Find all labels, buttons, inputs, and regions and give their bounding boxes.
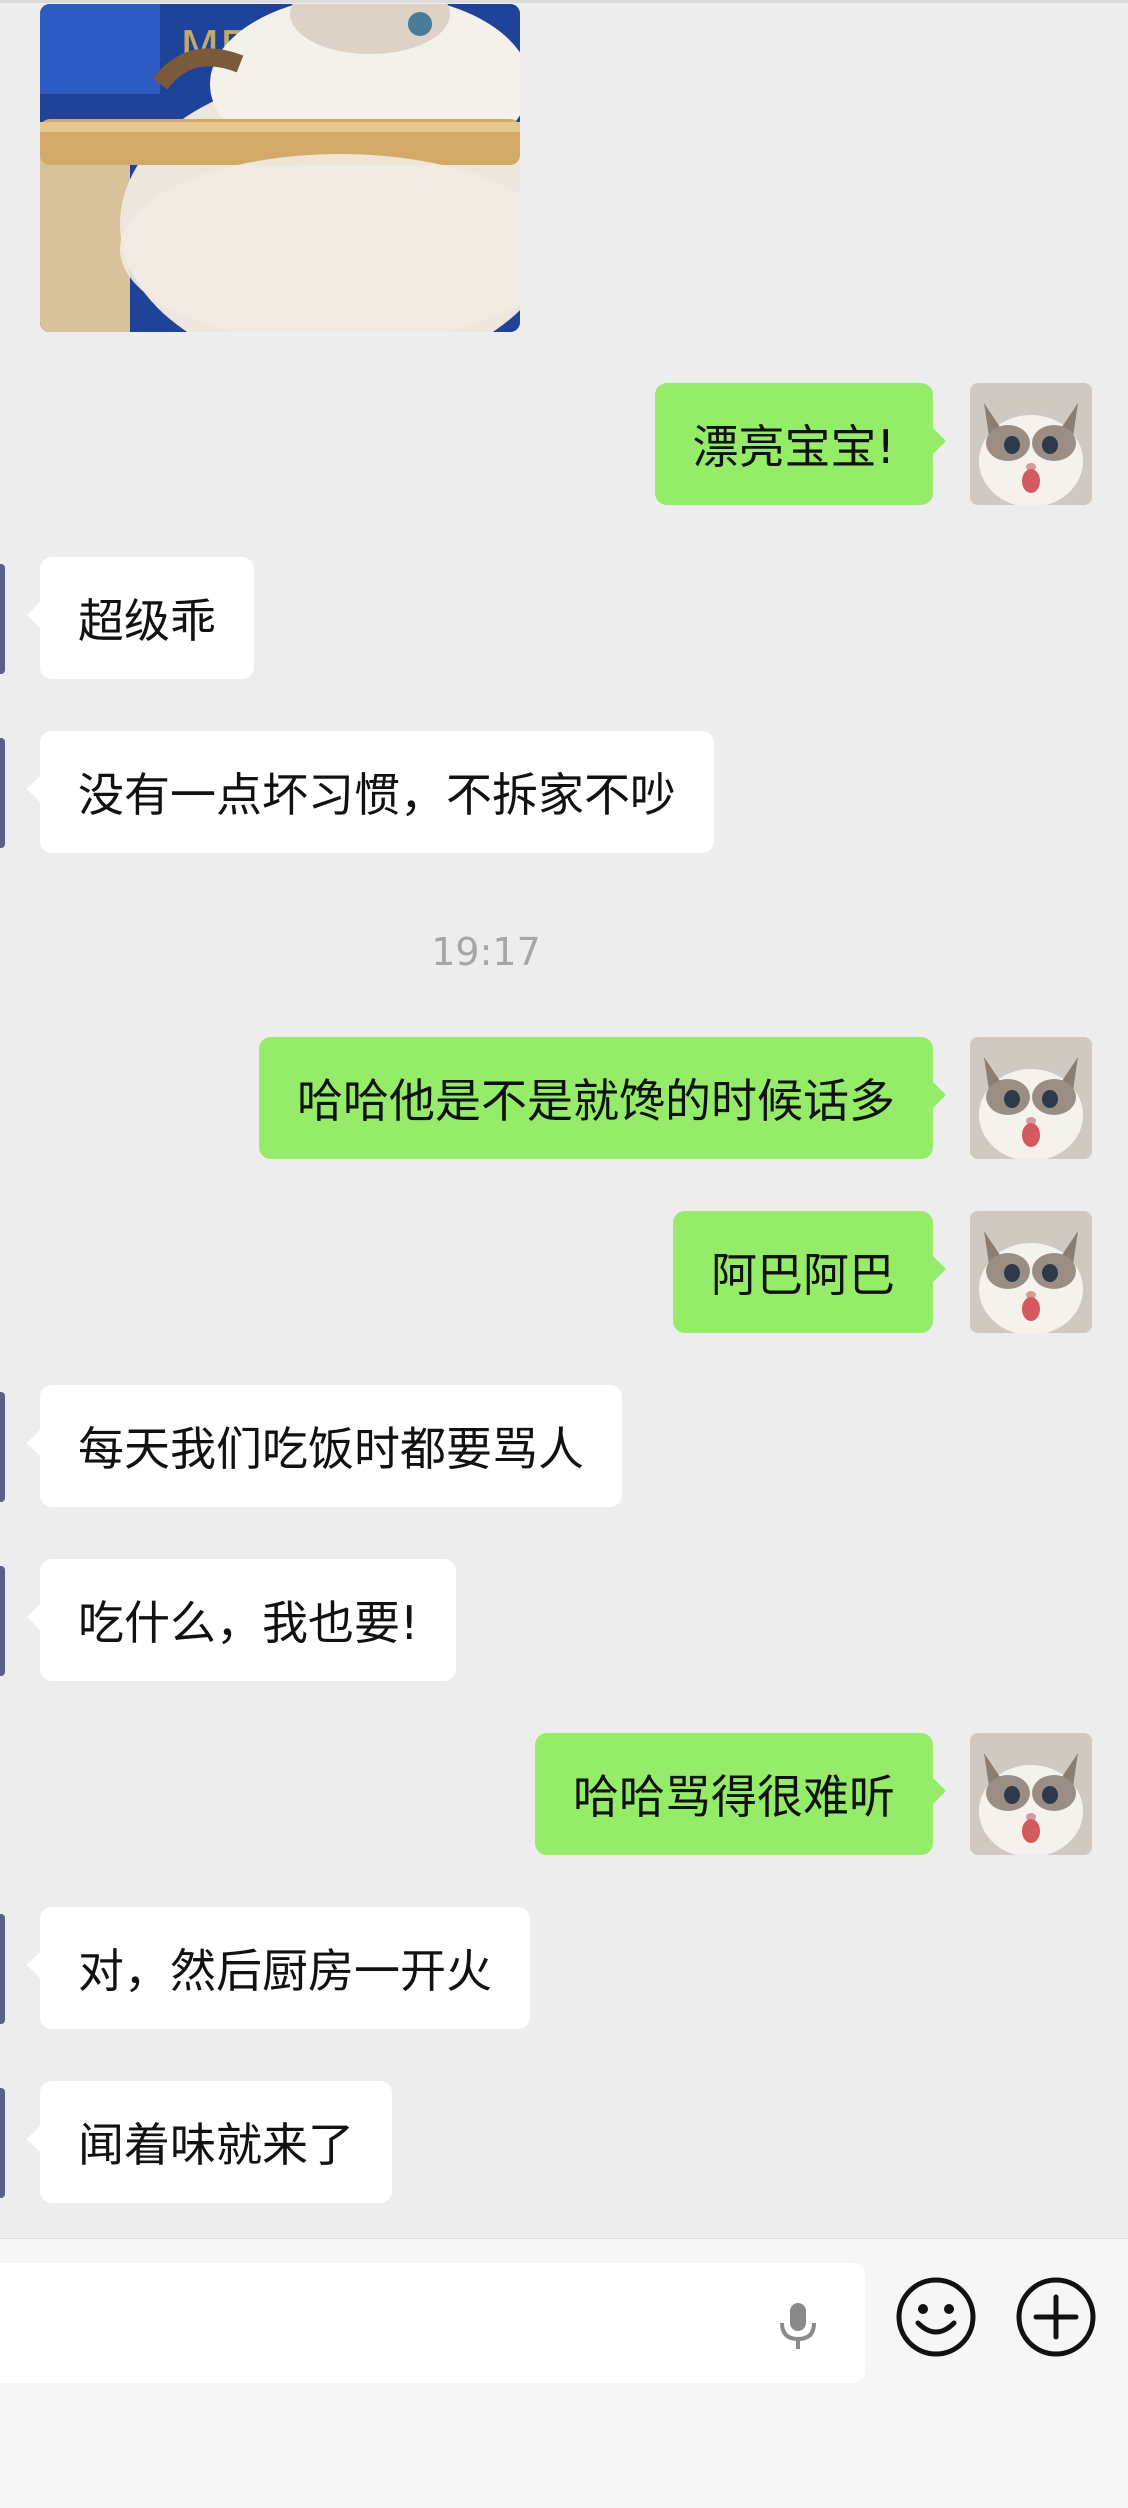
message-input[interactable] — [20, 2273, 744, 2375]
microphone-icon[interactable] — [770, 2297, 826, 2353]
top-divider — [0, 0, 1128, 3]
cat-photo-image: MEK — [40, 4, 520, 332]
message-bubble-outgoing[interactable]: 阿巴阿巴 — [673, 1211, 946, 1333]
user-avatar[interactable] — [970, 1211, 1092, 1333]
user-avatar[interactable] — [970, 1037, 1092, 1159]
peer-avatar-edge — [0, 2088, 5, 2198]
chat-input-bar — [0, 2238, 1128, 2508]
peer-avatar-edge — [0, 738, 5, 848]
peer-avatar-edge — [0, 564, 5, 674]
message-input-box[interactable] — [0, 2263, 865, 2383]
message-bubble-incoming[interactable]: 没有一点坏习惯，不拆家不吵 — [27, 731, 714, 853]
user-avatar[interactable] — [970, 1733, 1092, 1855]
user-avatar[interactable] — [970, 383, 1092, 505]
message-bubble-outgoing[interactable]: 漂亮宝宝! — [654, 383, 947, 505]
cat-avatar-icon — [970, 1037, 1092, 1159]
plus-circle-icon[interactable] — [1014, 2275, 1098, 2359]
message-bubble-incoming[interactable]: 吃什么，我也要! — [26, 1559, 457, 1681]
cat-avatar-icon — [970, 1733, 1092, 1855]
message-bubble-outgoing[interactable]: 哈哈骂得很难听 — [535, 1733, 946, 1855]
smiley-face-icon[interactable] — [894, 2275, 978, 2359]
cat-avatar-icon — [970, 383, 1092, 505]
photo-message[interactable]: MEK — [40, 4, 520, 332]
message-bubble-outgoing[interactable]: 哈哈他是不是就馋的时候话多 — [259, 1037, 946, 1159]
peer-avatar-edge — [0, 1392, 5, 1502]
peer-avatar-edge — [0, 1566, 5, 1676]
peer-avatar-edge — [0, 1914, 5, 2024]
message-timestamp: 19:17 — [431, 930, 541, 974]
cat-avatar-icon — [970, 1211, 1092, 1333]
message-bubble-incoming[interactable]: 闻着味就来了 — [27, 2081, 392, 2203]
message-bubble-incoming[interactable]: 每天我们吃饭时都要骂人 — [27, 1385, 622, 1507]
message-bubble-incoming[interactable]: 对，然后厨房一开火 — [27, 1907, 530, 2029]
message-bubble-incoming[interactable]: 超级乖 — [27, 557, 254, 679]
chat-screen: MEK 漂亮宝宝! 超级乖 没有一点坏 — [0, 0, 1128, 2508]
